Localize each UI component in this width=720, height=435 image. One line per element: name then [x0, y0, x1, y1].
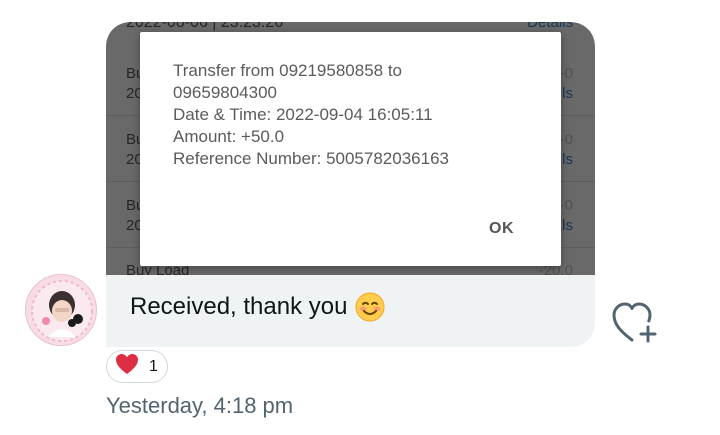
sender-avatar[interactable] — [25, 274, 97, 346]
message-text-row: Received, thank you — [130, 292, 385, 322]
message-timestamp: Yesterday, 4:18 pm — [106, 393, 294, 418]
dialog-line: Amount: +50.0 — [173, 127, 285, 146]
dialog-line: Reference Number: 5005782036163 — [173, 149, 449, 168]
dialog-line: Date & Time: 2022-09-04 16:05:11 — [173, 105, 433, 124]
message-text: Received, thank you — [130, 293, 348, 320]
reaction-pill[interactable]: 1 — [106, 350, 168, 383]
dialog-line: 09659804300 — [173, 83, 278, 102]
red-heart-icon — [115, 353, 139, 380]
add-reaction-heart-icon[interactable] — [612, 300, 660, 346]
dialog-line: Transfer from 09219580858 to — [173, 61, 403, 80]
dialog-message: Transfer from 09219580858 to 09659804300… — [173, 60, 533, 170]
smiling-face-emoji-icon — [355, 292, 385, 322]
dialog-ok-button: OK — [489, 220, 514, 237]
message-bubble: 2022-08-06 | 23:23:26 Details Bu 20 -0 l… — [106, 22, 595, 347]
transfer-dialog: Transfer from 09219580858 to 09659804300… — [140, 32, 561, 266]
attached-screenshot-image[interactable]: 2022-08-06 | 23:23:26 Details Bu 20 -0 l… — [106, 22, 595, 275]
reaction-count: 1 — [149, 357, 158, 375]
